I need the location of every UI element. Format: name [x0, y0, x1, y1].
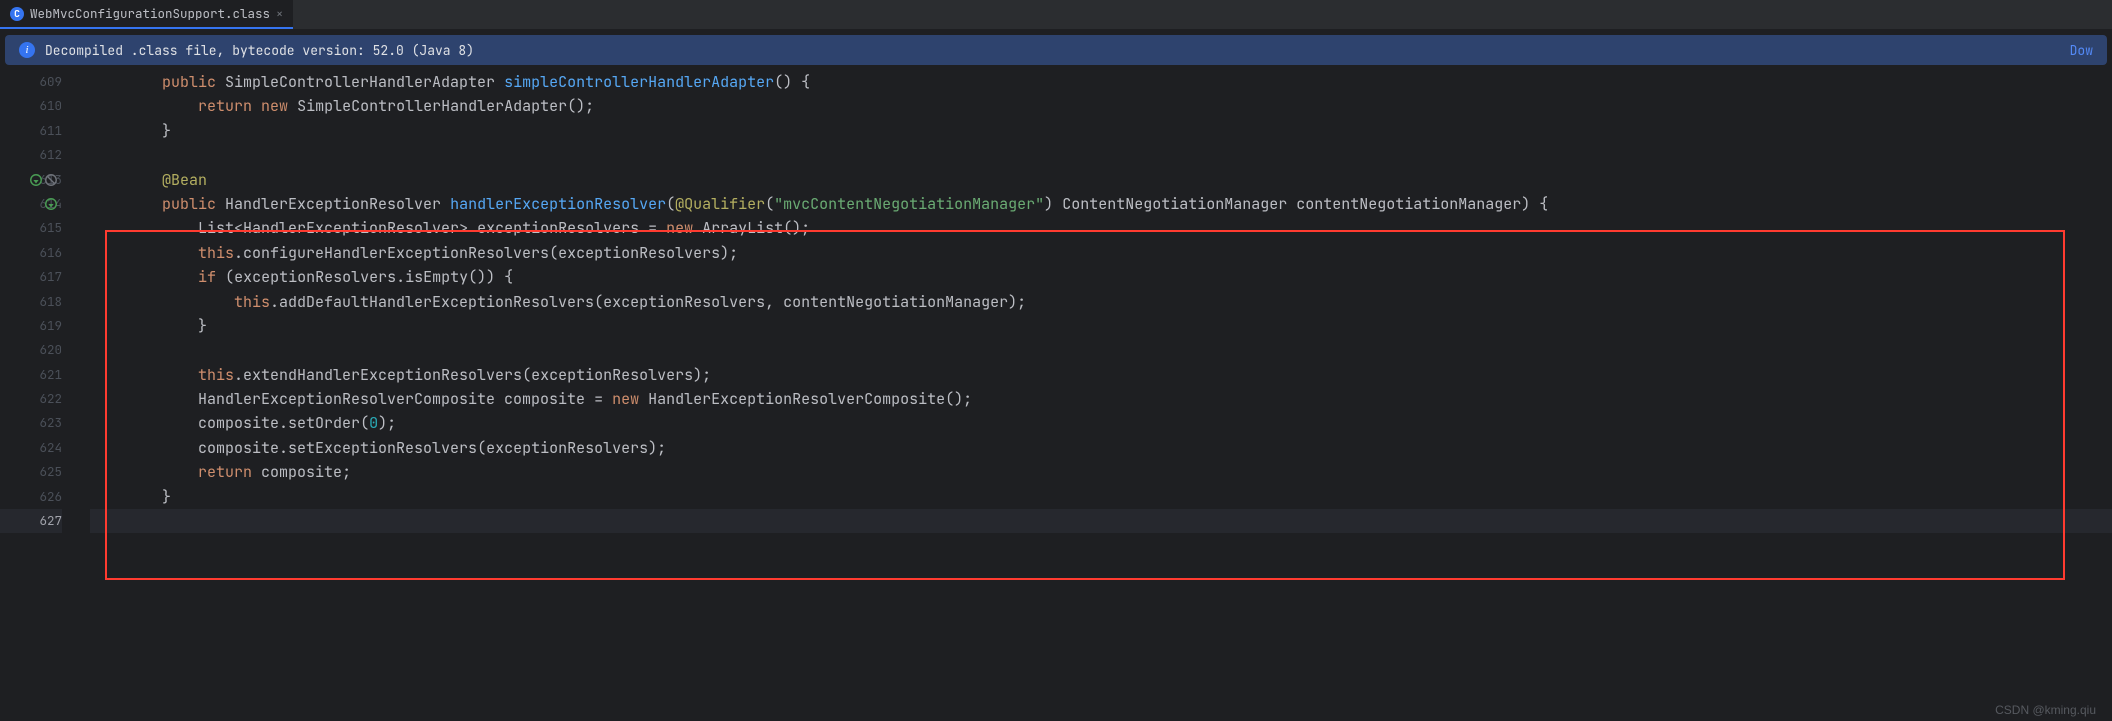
code-area[interactable]: public SimpleControllerHandlerAdapter si… [90, 70, 2112, 721]
info-message: Decompiled .class file, bytecode version… [45, 42, 474, 59]
gutter-line-number[interactable]: 623 [0, 411, 62, 435]
editor-tab-filename: WebMvcConfigurationSupport.class [30, 5, 270, 22]
code-line[interactable]: return composite; [90, 460, 2112, 484]
code-line[interactable]: composite.setOrder(0); [90, 411, 2112, 435]
code-line[interactable]: return new SimpleControllerHandlerAdapte… [90, 94, 2112, 118]
code-line[interactable]: } [90, 314, 2112, 338]
code-line[interactable]: if (exceptionResolvers.isEmpty()) { [90, 265, 2112, 289]
code-line[interactable]: List<HandlerExceptionResolver> exception… [90, 216, 2112, 240]
gutter-line-number[interactable]: 610 [0, 94, 62, 118]
gutter[interactable]: 6096106116126136146156166176186196206216… [0, 70, 90, 721]
close-tab-icon[interactable]: × [276, 6, 283, 22]
code-line[interactable]: this.configureHandlerExceptionResolvers(… [90, 241, 2112, 265]
gutter-line-number[interactable]: 613 [0, 168, 62, 192]
gutter-line-number[interactable]: 619 [0, 314, 62, 338]
class-file-icon: C [10, 7, 24, 21]
gutter-line-number[interactable]: 615 [0, 216, 62, 240]
gutter-line-number[interactable]: 618 [0, 290, 62, 314]
gutter-marker-icons[interactable] [44, 192, 58, 216]
watermark: CSDN @kming.qiu [1995, 703, 2096, 717]
gutter-line-number[interactable]: 624 [0, 436, 62, 460]
code-line[interactable] [90, 143, 2112, 167]
gutter-marker-icons[interactable] [29, 168, 58, 192]
gutter-line-number[interactable]: 614 [0, 192, 62, 216]
code-line[interactable]: this.extendHandlerExceptionResolvers(exc… [90, 363, 2112, 387]
info-icon: i [19, 42, 35, 58]
code-line[interactable]: this.addDefaultHandlerExceptionResolvers… [90, 290, 2112, 314]
gutter-line-number[interactable]: 627 [0, 509, 62, 533]
code-line[interactable]: composite.setExceptionResolvers(exceptio… [90, 436, 2112, 460]
gutter-line-number[interactable]: 625 [0, 460, 62, 484]
gutter-line-number[interactable]: 609 [0, 70, 62, 94]
code-line[interactable] [90, 338, 2112, 362]
code-line[interactable]: HandlerExceptionResolverComposite compos… [90, 387, 2112, 411]
code-line[interactable]: @Bean [90, 168, 2112, 192]
gutter-line-number[interactable]: 612 [0, 143, 62, 167]
download-sources-link[interactable]: Dow [2070, 42, 2093, 59]
editor-tab-bar: C WebMvcConfigurationSupport.class × [0, 0, 2112, 30]
gutter-line-number[interactable]: 616 [0, 241, 62, 265]
code-line[interactable]: } [90, 119, 2112, 143]
code-line[interactable] [90, 509, 2112, 533]
gutter-line-number[interactable]: 621 [0, 363, 62, 387]
code-line[interactable]: public HandlerExceptionResolver handlerE… [90, 192, 2112, 216]
editor-tab[interactable]: C WebMvcConfigurationSupport.class × [0, 0, 293, 29]
decompiled-info-bar: i Decompiled .class file, bytecode versi… [5, 35, 2107, 65]
gutter-line-number[interactable]: 611 [0, 119, 62, 143]
gutter-line-number[interactable]: 620 [0, 338, 62, 362]
gutter-line-number[interactable]: 622 [0, 387, 62, 411]
code-editor[interactable]: 6096106116126136146156166176186196206216… [0, 70, 2112, 721]
gutter-line-number[interactable]: 626 [0, 485, 62, 509]
code-line[interactable]: } [90, 485, 2112, 509]
code-line[interactable]: public SimpleControllerHandlerAdapter si… [90, 70, 2112, 94]
gutter-line-number[interactable]: 617 [0, 265, 62, 289]
